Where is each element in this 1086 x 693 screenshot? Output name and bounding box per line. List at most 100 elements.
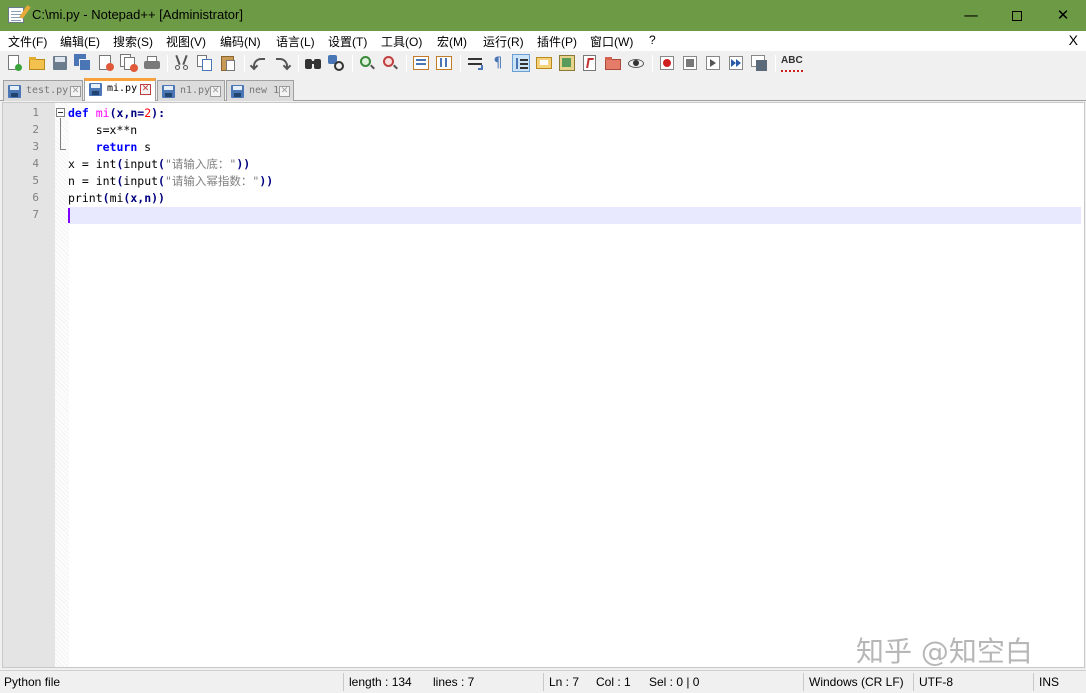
status-insert-mode[interactable]: INS [1039,675,1059,689]
close-document-button[interactable]: X [1069,32,1078,48]
zoom-in-icon[interactable] [358,54,376,72]
menu-view[interactable]: 视图(V) [166,33,206,50]
fold-margin [55,103,69,667]
replace-icon[interactable] [327,54,345,72]
save-macro-icon[interactable] [750,54,768,72]
tab-new-1[interactable]: new 1 ✕ [226,80,294,101]
find-icon[interactable] [304,54,322,72]
file-saved-icon [162,85,175,98]
menu-settings[interactable]: 设置(T) [328,33,367,50]
menu-macro[interactable]: 宏(M) [437,33,467,50]
code-token: (x,n)) [123,191,165,205]
stop-record-icon[interactable] [681,54,699,72]
toolbar-separator [652,55,653,72]
close-all-icon[interactable] [120,54,138,72]
record-macro-icon[interactable] [658,54,676,72]
menu-help[interactable]: ? [649,33,656,47]
tab-bar: test.py ✕ mi.py ✕ n1.py ✕ new 1 ✕ [0,78,1086,101]
toolbar-separator [167,55,168,72]
code-line: s=x**n [68,122,138,139]
code-line: n = int(input("请输入幂指数：")) [68,173,273,190]
window-title: C:\mi.py - Notepad++ [Administrator] [32,7,243,22]
save-all-icon[interactable] [74,54,92,72]
menu-bar: 文件(F) 编辑(E) 搜索(S) 视图(V) 编码(N) 语言(L) 设置(T… [0,31,1086,51]
cut-icon[interactable] [173,54,191,72]
close-window-button[interactable]: ✕ [1040,0,1086,31]
redo-icon[interactable] [273,54,292,72]
tab-n1-py[interactable]: n1.py ✕ [157,80,225,101]
spell-check-icon[interactable]: ABC [781,54,803,72]
menu-run[interactable]: 运行(R) [483,33,524,50]
save-icon[interactable] [51,54,69,72]
run-macro-multiple-icon[interactable] [727,54,745,72]
status-col: Col : 1 [596,675,631,689]
show-all-chars-icon[interactable]: ¶ [489,54,507,72]
new-file-icon[interactable] [5,54,23,72]
menu-edit[interactable]: 编辑(E) [60,33,100,50]
status-encoding[interactable]: UTF-8 [919,675,953,689]
line-number: 6 [32,191,39,204]
menu-tools[interactable]: 工具(O) [381,33,422,50]
tab-close-icon[interactable]: ✕ [140,84,151,95]
line-number-gutter: 1 2 3 4 5 6 7 [3,103,55,667]
toolbar-separator [352,55,353,72]
close-icon[interactable] [97,54,115,72]
menu-search[interactable]: 搜索(S) [113,33,153,50]
editor-area[interactable]: 1 2 3 4 5 6 7 def mi(x,n=2): s=x**n retu… [2,102,1085,668]
indent-guide-icon[interactable] [512,54,530,72]
tab-label: n1.py [180,85,211,96]
play-macro-icon[interactable] [704,54,722,72]
monitoring-icon[interactable] [627,54,645,72]
code-token: ( [158,174,165,188]
tab-close-icon[interactable]: ✕ [210,86,221,97]
copy-icon[interactable] [196,54,214,72]
code-token: "请输入底：" [164,157,237,171]
code-token: "请输入幂指数：" [164,174,260,188]
line-number: 5 [32,174,39,187]
tab-mi-py[interactable]: mi.py ✕ [84,78,156,101]
folder-as-workspace-icon[interactable] [604,54,622,72]
status-eol[interactable]: Windows (CR LF) [809,675,904,689]
code-line: x = int(input("请输入底：")) [68,156,250,173]
line-number: 7 [32,208,39,221]
sync-vertical-icon[interactable] [412,54,430,72]
line-number: 3 [32,140,39,153]
sync-horizontal-icon[interactable] [435,54,453,72]
line-number: 1 [32,106,39,119]
tab-close-icon[interactable]: ✕ [279,86,290,97]
code-token: s [137,140,152,154]
status-divider [803,673,804,691]
word-wrap-icon[interactable] [466,54,484,72]
current-line-highlight [69,207,1081,224]
paste-icon[interactable] [219,54,237,72]
code-token: s=x**n [68,123,138,137]
print-icon[interactable] [143,54,161,72]
toolbar-separator [298,55,299,72]
menu-plugins[interactable]: 插件(P) [537,33,577,50]
udl-icon[interactable] [535,54,553,72]
toolbar: ¶ ABC [0,51,1086,77]
undo-icon[interactable] [249,54,268,72]
code-token: ): [151,106,165,120]
zoom-out-icon[interactable] [381,54,399,72]
menu-encoding[interactable]: 编码(N) [220,33,261,50]
maximize-button[interactable] [994,0,1040,31]
menu-window[interactable]: 窗口(W) [590,33,633,50]
code-token: int [95,174,117,188]
code-token: ( [158,157,165,171]
minimize-button[interactable]: — [948,0,994,31]
fold-collapse-icon[interactable] [56,108,65,117]
open-file-icon[interactable] [28,54,46,72]
function-list-icon[interactable] [581,54,599,72]
menu-file[interactable]: 文件(F) [8,33,47,50]
code-token: )) [236,157,251,171]
code-line: def mi(x,n=2): [68,105,165,122]
tab-close-icon[interactable]: ✕ [70,86,81,97]
title-bar: C:\mi.py - Notepad++ [Administrator] — ✕ [0,0,1086,31]
tab-test-py[interactable]: test.py ✕ [3,80,83,101]
code-token: ( [102,191,110,205]
menu-language[interactable]: 语言(L) [276,33,315,50]
tab-label: test.py [26,85,69,96]
doc-map-icon[interactable] [558,54,576,72]
status-divider [913,673,914,691]
